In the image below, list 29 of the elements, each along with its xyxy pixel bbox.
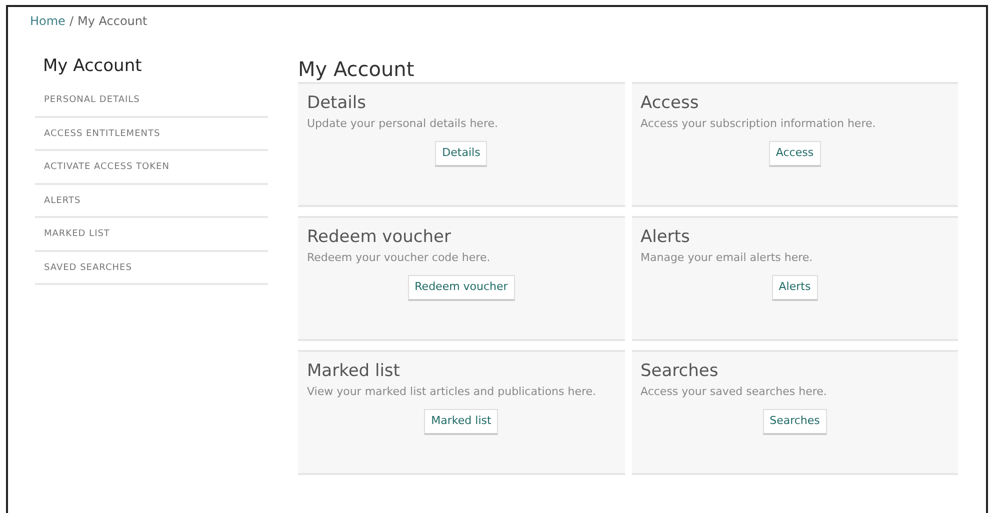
card-button[interactable]: Searches bbox=[762, 409, 827, 434]
sidebar-item[interactable]: PERSONAL DETAILS bbox=[35, 84, 268, 118]
page-title: My Account bbox=[298, 56, 416, 82]
card-description: Access your subscription information here. bbox=[640, 116, 876, 132]
sidebar-item[interactable]: SAVED SEARCHES bbox=[35, 252, 268, 285]
sidebar-item[interactable]: MARKED LIST bbox=[35, 218, 268, 252]
breadcrumb-link[interactable]: Home bbox=[30, 12, 66, 30]
sidebar-item[interactable]: ACCESS ENTITLEMENTS bbox=[35, 118, 268, 151]
sidebar-item[interactable]: ACTIVATE ACCESS TOKEN bbox=[35, 151, 268, 184]
card-title: Details bbox=[307, 92, 366, 114]
card-title: Alerts bbox=[640, 226, 690, 248]
sidebar-title: My Account bbox=[42, 55, 143, 78]
card-button[interactable]: Alerts bbox=[772, 275, 818, 300]
card-description: Manage your email alerts here. bbox=[640, 250, 813, 266]
card-button[interactable]: Access bbox=[768, 141, 821, 166]
card-button[interactable]: Redeem voucher bbox=[408, 275, 515, 300]
card-title: Searches bbox=[640, 360, 718, 382]
card-button[interactable]: Marked list bbox=[424, 409, 498, 434]
breadcrumb-current: My Account bbox=[77, 13, 148, 30]
card-title: Redeem voucher bbox=[307, 226, 451, 248]
card-description: View your marked list articles and publications here. bbox=[307, 384, 596, 400]
card-title: Access bbox=[640, 92, 699, 114]
card-description: Redeem your voucher code here. bbox=[307, 250, 490, 266]
card-description: Access your saved searches here. bbox=[640, 384, 827, 400]
breadcrumb-separator: / bbox=[69, 13, 74, 30]
card-button[interactable]: Details bbox=[435, 141, 488, 166]
card-title: Marked list bbox=[307, 360, 400, 382]
sidebar-item[interactable]: ALERTS bbox=[35, 184, 268, 218]
card-description: Update your personal details here. bbox=[307, 116, 498, 132]
